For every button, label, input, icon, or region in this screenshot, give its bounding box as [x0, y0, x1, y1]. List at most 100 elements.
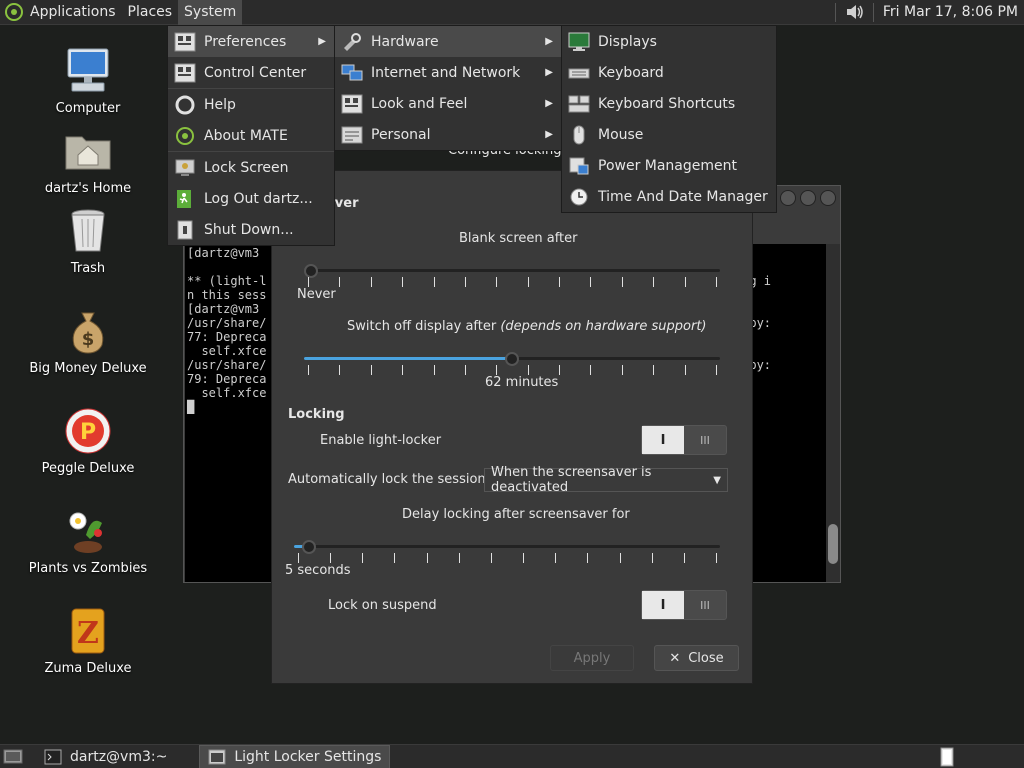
top-panel-right: Fri Mar 17, 8:06 PM	[827, 0, 1024, 25]
menu-item-internet-network[interactable]: Internet and Network ▶	[335, 57, 561, 88]
menu-item-look-and-feel[interactable]: Look and Feel ▶	[335, 88, 561, 119]
power-management-icon	[569, 157, 589, 174]
slider-handle[interactable]	[304, 264, 318, 278]
show-desktop-icon[interactable]	[2, 747, 26, 767]
places-menu[interactable]: Places	[122, 0, 179, 25]
terminal-scrollbar[interactable]	[826, 244, 840, 582]
slider-tick	[402, 365, 403, 375]
keyboard-icon	[568, 68, 590, 78]
close-button[interactable]: ✕ Close	[654, 645, 739, 671]
desktop-icon-zuma[interactable]: Z Zuma Deluxe	[18, 605, 158, 676]
menu-item-label: Internet and Network	[371, 64, 521, 81]
help-lifebuoy-icon	[175, 95, 195, 114]
blank-screen-label: Blank screen after	[459, 231, 578, 246]
menu-item-help[interactable]: Help	[168, 89, 334, 120]
menu-item-label: Personal	[371, 126, 431, 143]
taskbar-terminal[interactable]: dartz@vm3:~	[36, 745, 175, 768]
desktop-icon-peggle[interactable]: P Peggle Deluxe	[18, 405, 158, 476]
slider-tick	[523, 553, 524, 563]
menu-item-label: Keyboard Shortcuts	[598, 95, 736, 112]
workspace-switcher-icon[interactable]	[938, 747, 956, 767]
menu-item-personal[interactable]: Personal ▶	[335, 119, 561, 150]
slider-tick	[716, 277, 717, 287]
lock-on-suspend-toggle[interactable]: I III	[641, 590, 727, 620]
bottom-panel: dartz@vm3:~ Light Locker Settings	[0, 744, 1024, 768]
enable-light-locker-toggle[interactable]: I III	[641, 425, 727, 455]
slider-tick	[587, 553, 588, 563]
auto-lock-selected: When the screensaver is deactivated	[491, 465, 652, 495]
close-window-button[interactable]	[820, 190, 836, 206]
enable-light-locker-label: Enable light-locker	[320, 433, 442, 448]
delay-locking-value: 5 seconds	[285, 563, 351, 578]
panel-separator	[872, 2, 875, 22]
delay-locking-label: Delay locking after screensaver for	[402, 507, 630, 522]
slider-tick	[620, 553, 621, 563]
menu-item-lock-screen[interactable]: Lock Screen	[168, 152, 334, 183]
slider-tick	[459, 553, 460, 563]
slider-track	[294, 545, 720, 548]
slider-tick	[308, 365, 309, 375]
applications-menu[interactable]: Applications	[0, 0, 122, 25]
minimize-button[interactable]	[780, 190, 796, 206]
menu-item-displays[interactable]: Displays	[562, 26, 776, 57]
top-panel: Applications Places System Fri Mar 17, 8…	[0, 0, 1024, 25]
slider-tick	[528, 277, 529, 287]
mouse-icon	[573, 125, 585, 144]
taskbar-light-locker-settings[interactable]: Light Locker Settings	[199, 744, 391, 768]
menu-item-preferences[interactable]: Preferences ▶	[168, 26, 334, 57]
slider-tick	[555, 553, 556, 563]
desktop-icon-label: dartz's Home	[44, 181, 132, 196]
auto-lock-dropdown[interactable]: When the screensaver is deactivated ▼	[484, 465, 728, 495]
slider-tick	[653, 365, 654, 375]
desktop-icon-label: Plants vs Zombies	[28, 561, 148, 576]
blank-screen-slider[interactable]	[304, 261, 720, 291]
menu-item-control-center[interactable]: Control Center	[168, 57, 334, 88]
window-controls	[780, 190, 836, 206]
taskbar-label: dartz@vm3:~	[70, 748, 168, 765]
desktop-icon-trash[interactable]: Trash	[18, 205, 158, 276]
menu-item-about-mate[interactable]: About MATE	[168, 120, 334, 151]
slider-tick	[590, 277, 591, 287]
menu-item-log-out[interactable]: Log Out dartz...	[168, 183, 334, 214]
slider-handle[interactable]	[505, 352, 519, 366]
menu-item-power-management[interactable]: Power Management	[562, 150, 776, 181]
peggle-icon: P	[65, 408, 111, 454]
system-menu[interactable]: System	[178, 0, 243, 25]
delay-locking-slider[interactable]	[294, 537, 720, 567]
volume-icon[interactable]	[845, 3, 865, 21]
slider-tick	[371, 365, 372, 375]
slider-tick	[685, 277, 686, 287]
slider-tick	[394, 553, 395, 563]
menu-item-hardware[interactable]: Hardware ▶	[335, 26, 561, 57]
svg-text:P: P	[80, 420, 96, 445]
submenu-arrow-icon: ▶	[545, 129, 553, 140]
menu-item-mouse[interactable]: Mouse	[562, 119, 776, 150]
menu-item-label: Look and Feel	[371, 95, 468, 112]
slider-handle[interactable]	[302, 540, 316, 554]
maximize-button[interactable]	[800, 190, 816, 206]
slider-tick	[330, 553, 331, 563]
desktop-icon-big-money[interactable]: $ Big Money Deluxe	[18, 305, 158, 376]
menu-item-label: Mouse	[598, 126, 644, 143]
menu-item-label: Hardware	[371, 33, 439, 50]
menu-item-keyboard-shortcuts[interactable]: Keyboard Shortcuts	[562, 88, 776, 119]
scrollbar-thumb[interactable]	[828, 524, 838, 564]
slider-tick	[716, 553, 717, 563]
menu-item-label: About MATE	[204, 127, 288, 144]
slider-fill	[304, 357, 512, 360]
slider-tick	[528, 365, 529, 375]
desktop-icon-computer[interactable]: Computer	[18, 45, 158, 116]
places-label: Places	[127, 4, 173, 20]
desktop-icon-plants-vs-zombies[interactable]: Plants vs Zombies	[18, 505, 158, 576]
network-icon	[341, 64, 363, 80]
slider-ticks	[294, 553, 720, 563]
menu-item-keyboard[interactable]: Keyboard	[562, 57, 776, 88]
menu-item-shut-down[interactable]: Shut Down...	[168, 214, 334, 245]
menu-item-time-date[interactable]: Time And Date Manager	[562, 181, 776, 212]
clock-icon	[570, 188, 588, 205]
desktop-icon-home[interactable]: dartz's Home	[18, 125, 158, 196]
close-label: Close	[688, 650, 724, 666]
panel-separator	[834, 2, 837, 22]
clock[interactable]: Fri Mar 17, 8:06 PM	[883, 4, 1024, 20]
apply-button[interactable]: Apply	[550, 645, 634, 671]
